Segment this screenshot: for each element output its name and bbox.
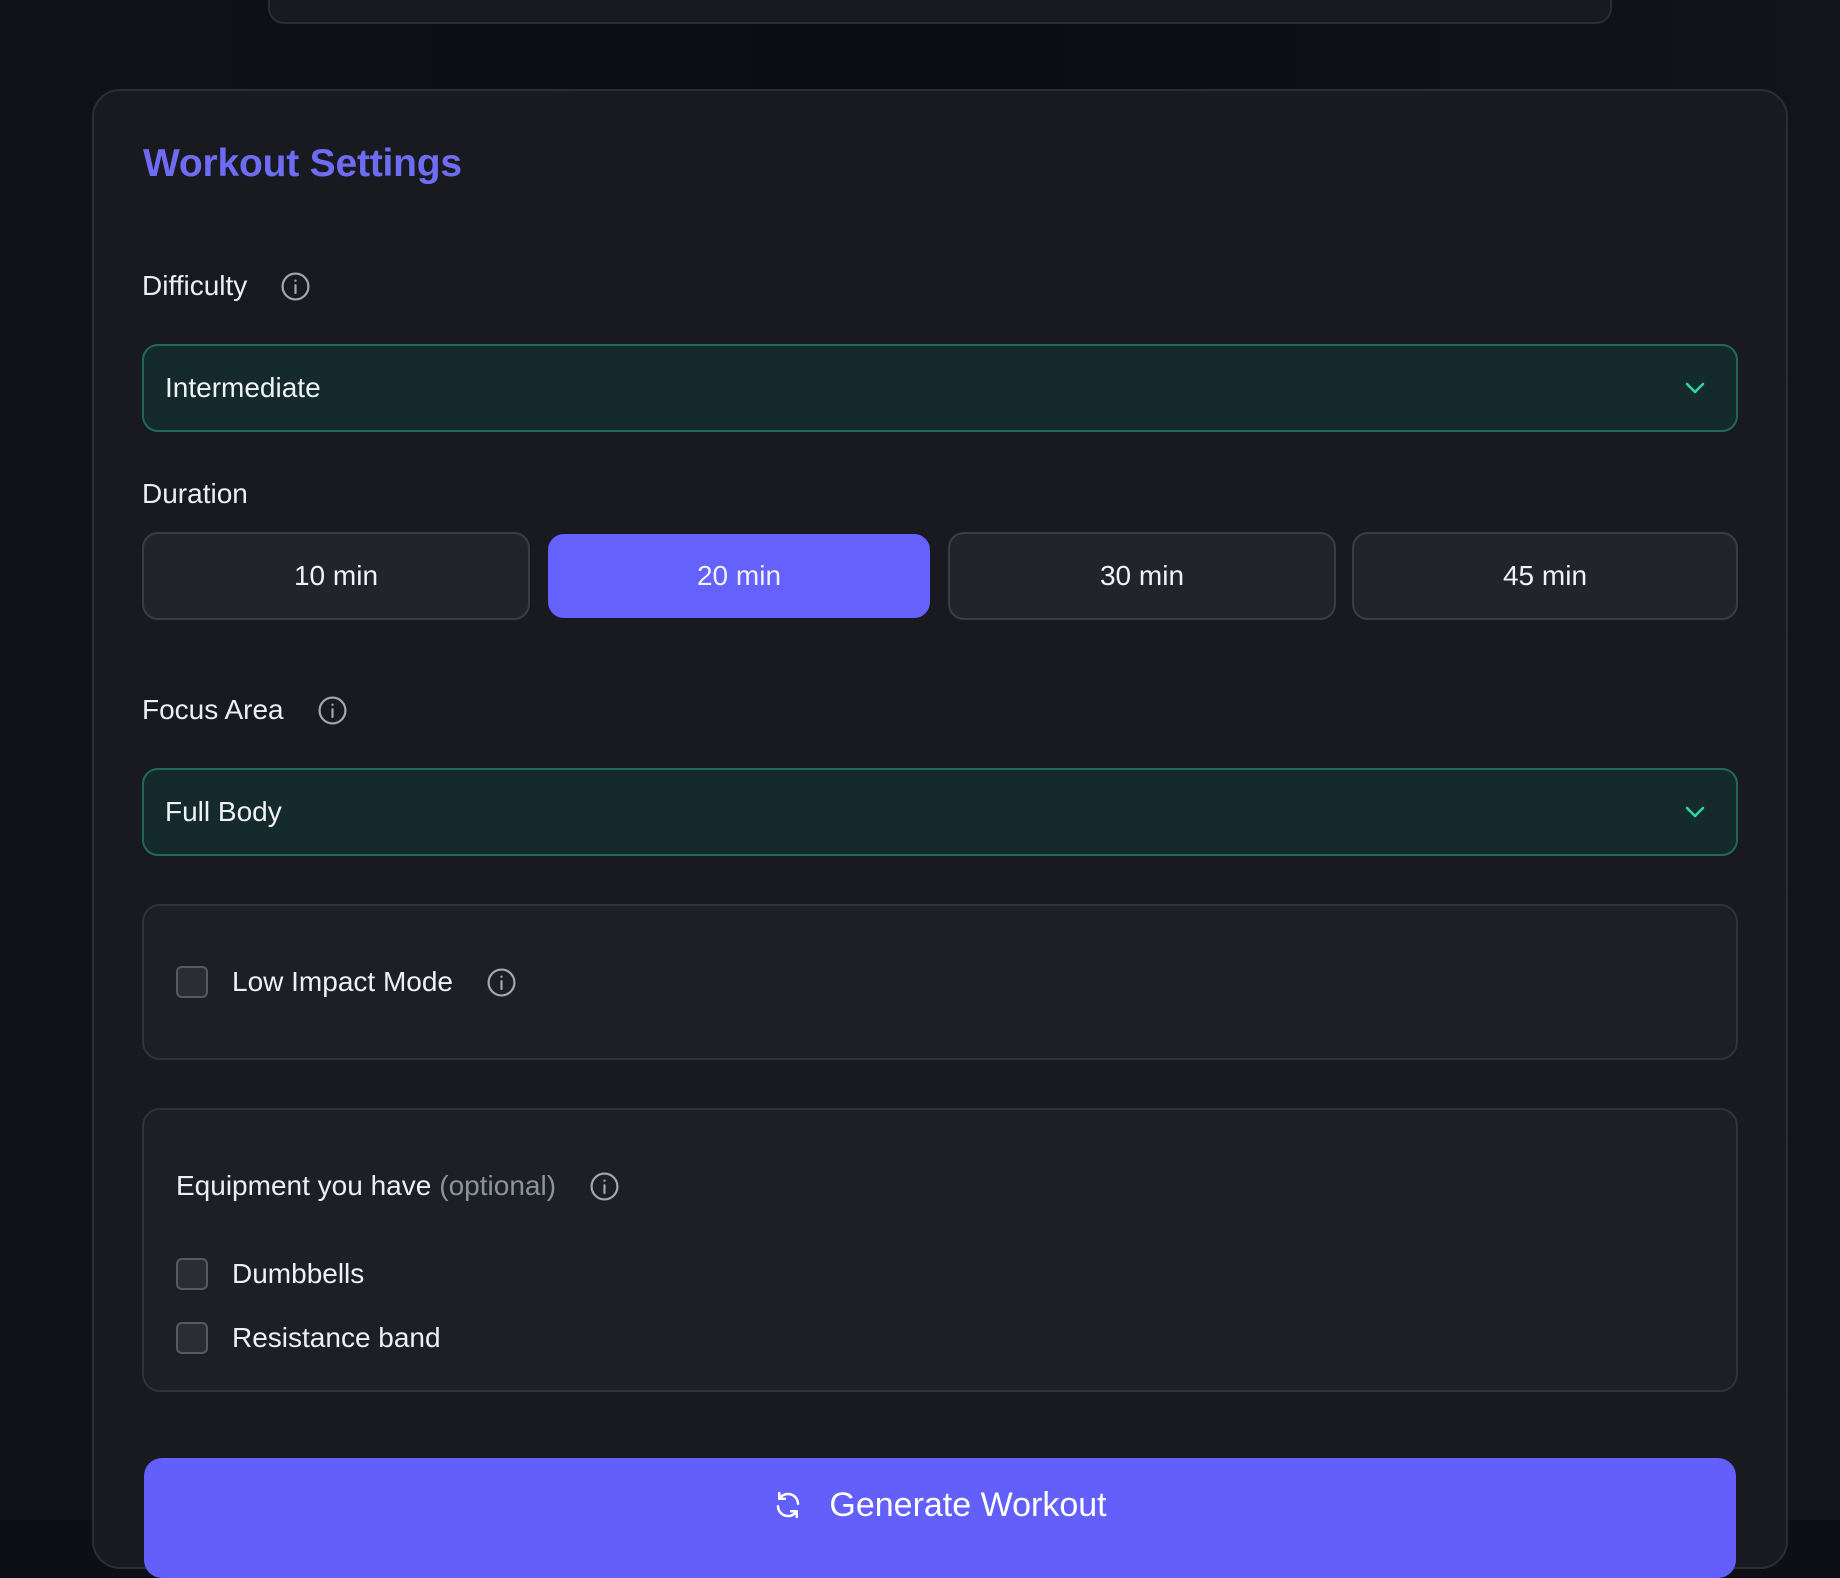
equipment-item-label: Resistance band	[232, 1322, 441, 1353]
low-impact-checkbox[interactable]	[176, 966, 208, 998]
optional-note: (optional)	[439, 1170, 557, 1201]
low-impact-row: Low Impact Mode	[176, 966, 517, 998]
dumbbells-checkbox[interactable]	[176, 1258, 208, 1290]
duration-label-row: Duration	[142, 478, 248, 510]
equipment-item: Resistance band	[176, 1322, 441, 1354]
refresh-icon	[773, 1490, 803, 1520]
low-impact-label: Low Impact Mode	[232, 966, 453, 997]
difficulty-label-row: Difficulty	[142, 270, 311, 302]
duration-options: 10 min 20 min 30 min 45 min	[142, 532, 1738, 620]
info-icon[interactable]	[280, 271, 311, 302]
difficulty-select[interactable]: Intermediate	[142, 344, 1738, 432]
info-icon[interactable]	[317, 695, 348, 726]
focus-area-label: Focus Area	[142, 694, 284, 725]
difficulty-select-value: Intermediate	[165, 372, 321, 403]
previous-card	[268, 0, 1612, 24]
focus-area-select[interactable]: Full Body	[142, 768, 1738, 856]
generate-workout-label: Generate Workout	[829, 1486, 1107, 1524]
duration-option-30[interactable]: 30 min	[948, 532, 1336, 620]
equipment-label-row: Equipment you have (optional)	[176, 1170, 620, 1202]
resistance-band-checkbox[interactable]	[176, 1322, 208, 1354]
focus-area-select-value: Full Body	[165, 796, 282, 827]
equipment-item: Dumbbells	[176, 1258, 364, 1290]
duration-option-10[interactable]: 10 min	[142, 532, 530, 620]
info-icon[interactable]	[589, 1171, 620, 1202]
generate-workout-button[interactable]: Generate Workout	[144, 1458, 1736, 1578]
duration-option-20[interactable]: 20 min	[548, 534, 930, 618]
duration-label: Duration	[142, 478, 248, 509]
duration-option-45[interactable]: 45 min	[1352, 532, 1738, 620]
chevron-down-icon	[1684, 381, 1706, 395]
equipment-label: Equipment you have	[176, 1170, 432, 1201]
info-icon[interactable]	[486, 967, 517, 998]
equipment-item-label: Dumbbells	[232, 1258, 365, 1289]
chevron-down-icon	[1684, 805, 1706, 819]
focus-area-label-row: Focus Area	[142, 694, 348, 726]
difficulty-label: Difficulty	[142, 270, 248, 301]
card-title: Workout Settings	[143, 142, 462, 185]
